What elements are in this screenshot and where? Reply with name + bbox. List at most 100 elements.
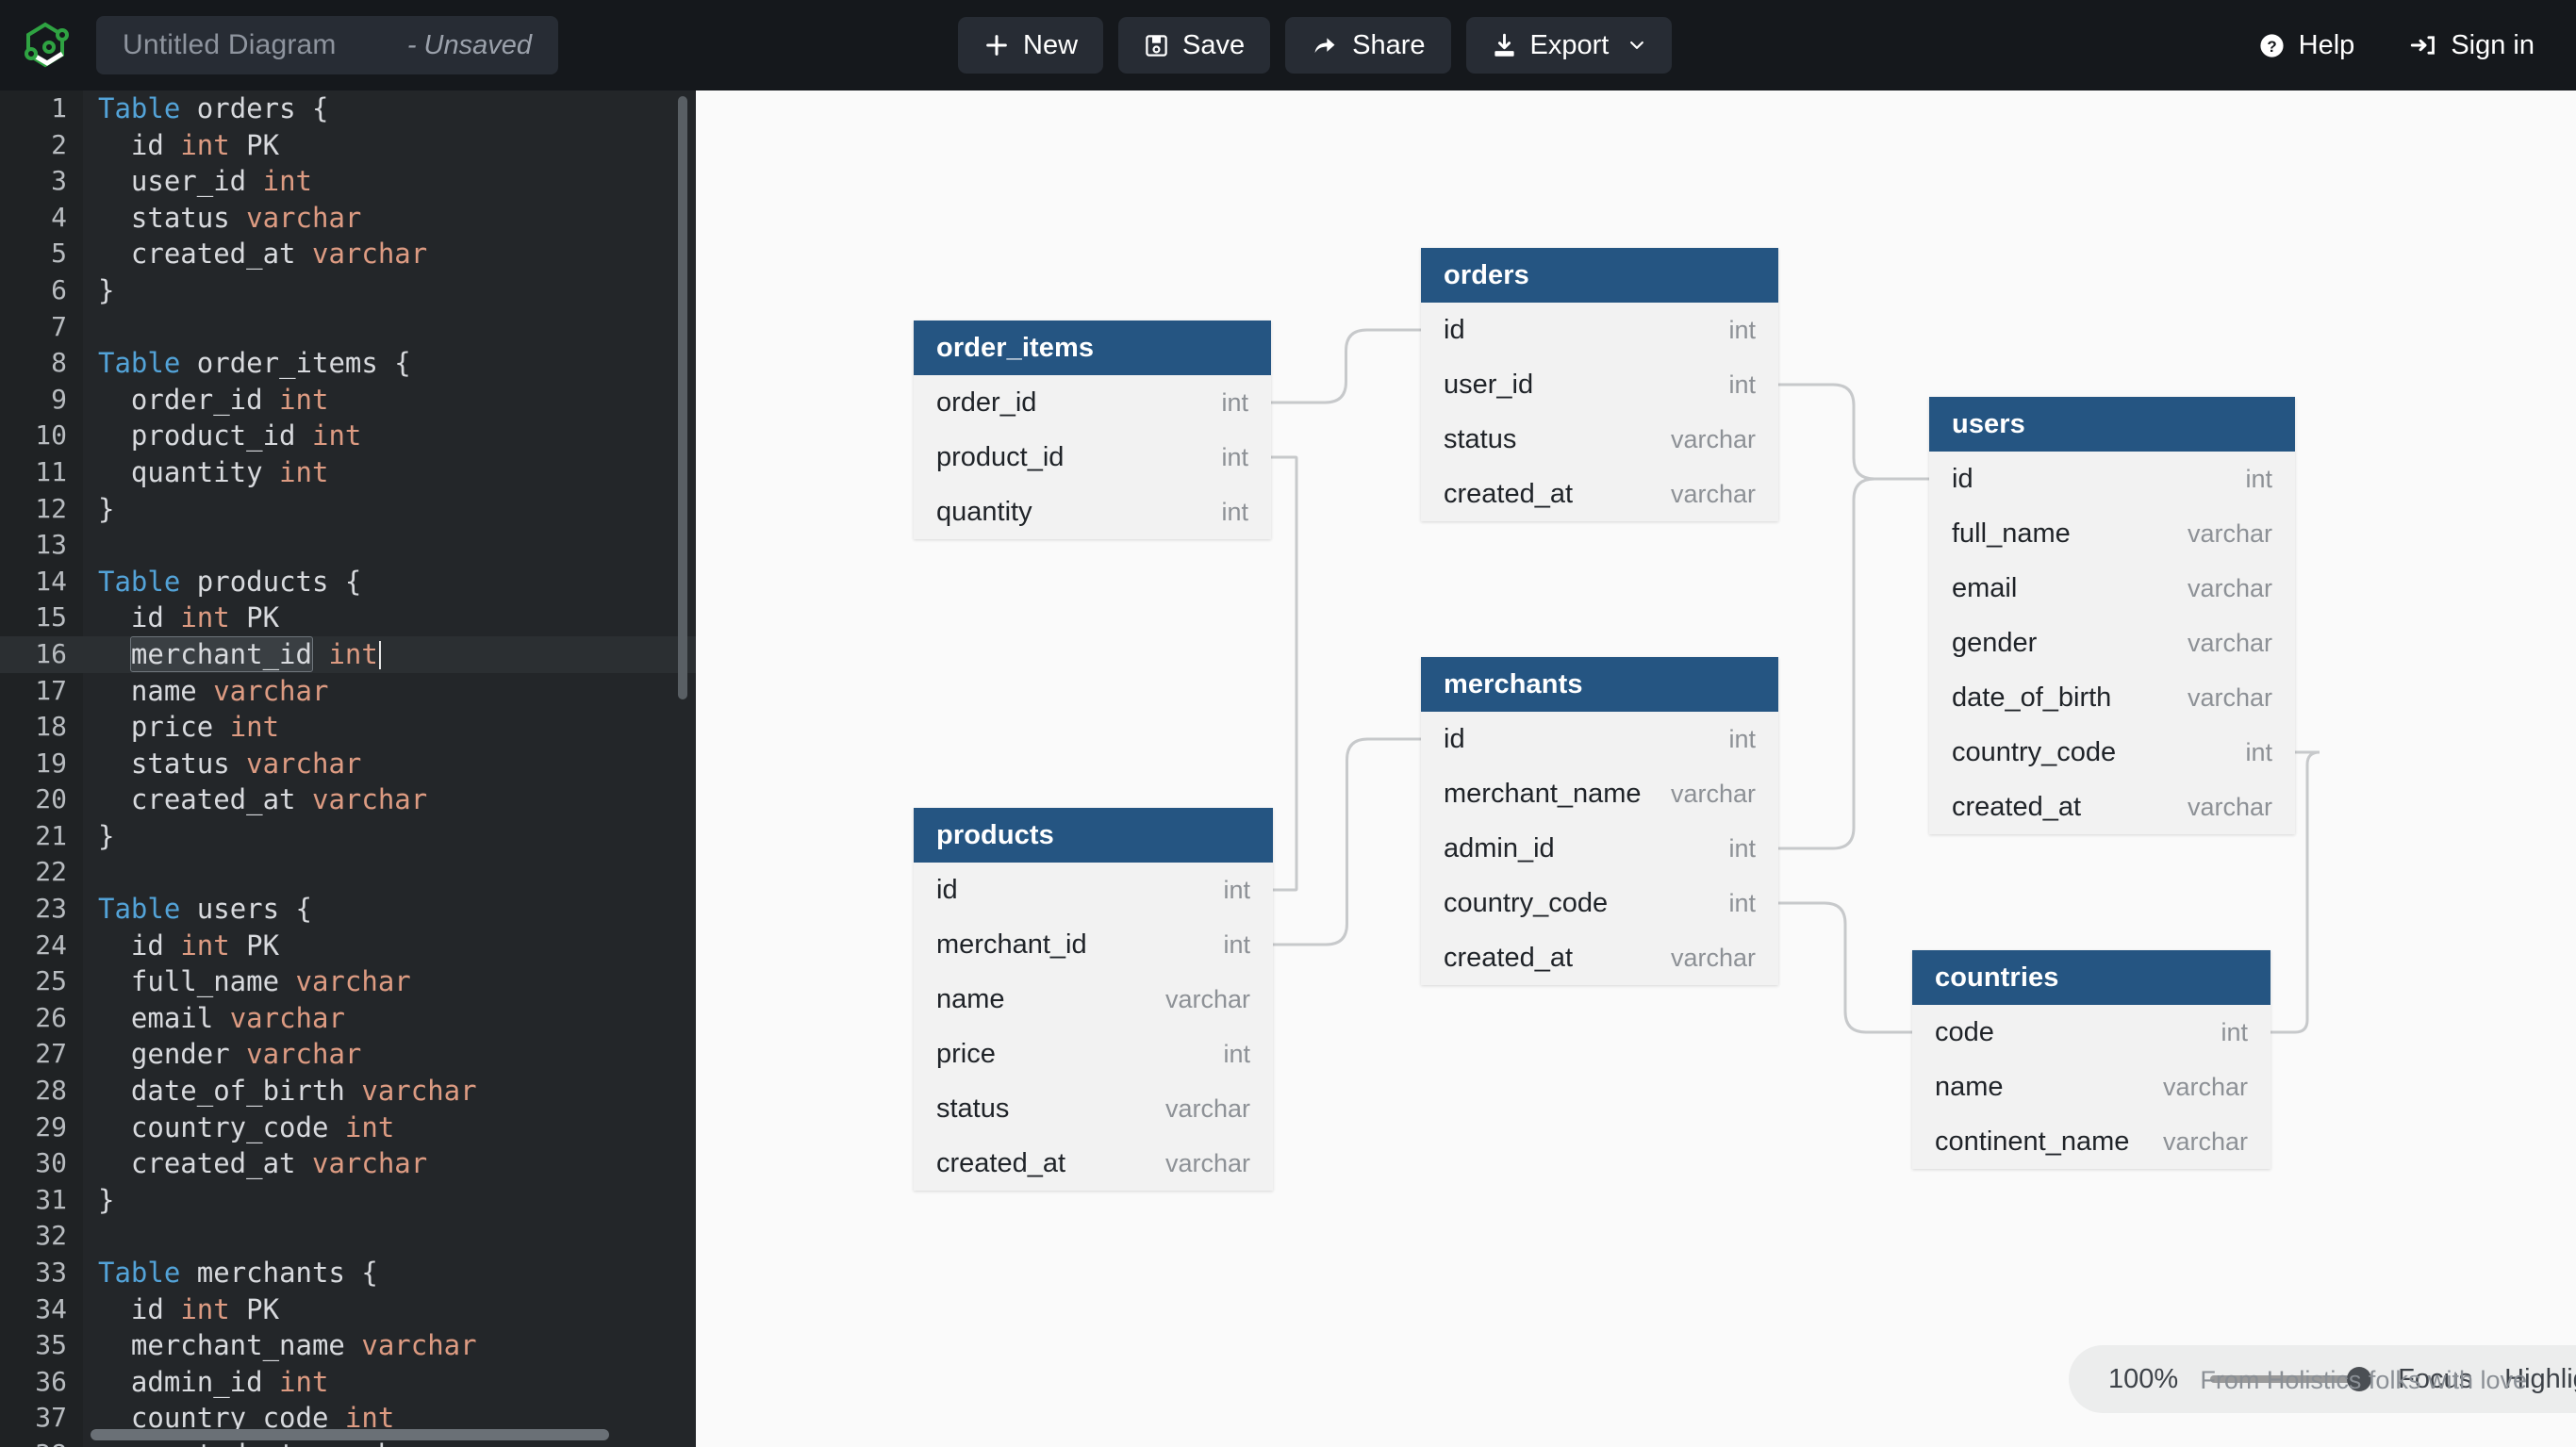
editor-line[interactable]: 7 — [0, 309, 696, 346]
editor-line[interactable]: 31} — [0, 1182, 696, 1219]
editor-line[interactable]: 32 — [0, 1218, 696, 1255]
editor-horizontal-scrollbar[interactable] — [91, 1429, 609, 1440]
er-table[interactable]: products id int merchant_id int name varchar pr… — [914, 808, 1273, 1191]
editor-line[interactable]: 5 created_at varchar — [0, 236, 696, 272]
er-table-row[interactable]: created_at varchar — [1421, 467, 1778, 521]
er-table-row[interactable]: status varchar — [1421, 412, 1778, 467]
editor-line[interactable]: 27 gender varchar — [0, 1036, 696, 1073]
editor-line[interactable]: 17 name varchar — [0, 673, 696, 710]
er-table-row[interactable]: id int — [1929, 452, 2295, 506]
er-table-row[interactable]: id int — [1421, 303, 1778, 357]
sign-in-icon — [2411, 36, 2436, 55]
er-table-header[interactable]: products — [914, 808, 1273, 863]
editor-line[interactable]: 30 created_at varchar — [0, 1145, 696, 1182]
code-editor-panel[interactable]: 1 Table orders {2 id int PK 3 user_id int 4… — [0, 90, 696, 1447]
er-table-row[interactable]: full_name varchar — [1929, 506, 2295, 561]
er-field-type: varchar — [2187, 573, 2272, 602]
editor-line[interactable]: 2 id int PK — [0, 127, 696, 164]
editor-line[interactable]: 28 date_of_birth varchar — [0, 1073, 696, 1110]
editor-line[interactable]: 3 user_id int — [0, 163, 696, 200]
editor-line[interactable]: 35 merchant_name varchar — [0, 1327, 696, 1364]
sign-in-button[interactable]: Sign in — [2409, 17, 2535, 74]
editor-line[interactable]: 10 product_id int — [0, 418, 696, 454]
er-table-row[interactable]: created_at varchar — [914, 1136, 1273, 1191]
editor-code-area[interactable]: 1 Table orders {2 id int PK 3 user_id int 4… — [0, 90, 696, 1447]
code-token: } — [98, 273, 115, 306]
editor-line-code: status varchar — [83, 746, 361, 782]
er-table-row[interactable]: id int — [914, 863, 1273, 917]
editor-line[interactable]: 6} — [0, 272, 696, 309]
er-table-header[interactable]: countries — [1912, 950, 2271, 1005]
er-table[interactable]: orders id int user_id int status varchar create… — [1421, 248, 1778, 521]
er-table-header[interactable]: users — [1929, 397, 2295, 452]
diagram-title-input[interactable]: Untitled Diagram - Unsaved — [96, 16, 558, 74]
editor-line[interactable]: 4 status varchar — [0, 200, 696, 237]
editor-line[interactable]: 19 status varchar — [0, 746, 696, 782]
er-table-row[interactable]: admin_id int — [1421, 821, 1778, 876]
editor-line[interactable]: 13 — [0, 527, 696, 564]
editor-line[interactable]: 25 full_name varchar — [0, 963, 696, 1000]
new-button[interactable]: New — [958, 17, 1104, 74]
diagram-canvas[interactable]: orders id int user_id int status varchar create… — [696, 90, 2576, 1447]
code-token: Table — [98, 893, 181, 926]
er-table-row[interactable]: quantity int — [914, 485, 1271, 539]
er-table-row[interactable]: created_at varchar — [1421, 930, 1778, 985]
editor-line[interactable]: 12} — [0, 491, 696, 528]
app-logo[interactable] — [0, 0, 91, 90]
er-table-row[interactable]: merchant_name varchar — [1421, 766, 1778, 821]
editor-line[interactable]: 8 Table order_items { — [0, 345, 696, 382]
editor-line-number: 18 — [35, 711, 67, 743]
editor-line[interactable]: 22 — [0, 854, 696, 891]
save-button[interactable]: Save — [1118, 17, 1271, 74]
er-table-row[interactable]: code int — [1912, 1005, 2271, 1060]
editor-line[interactable]: 14 Table products { — [0, 564, 696, 600]
help-button[interactable]: ? Help — [2258, 17, 2354, 74]
editor-line[interactable]: 20 created_at varchar — [0, 781, 696, 818]
er-table-row[interactable]: country_code int — [1929, 725, 2295, 780]
er-table-row[interactable]: price int — [914, 1027, 1273, 1081]
er-table-row[interactable]: order_id int — [914, 375, 1271, 430]
code-token: status — [98, 747, 247, 780]
editor-line-number: 22 — [35, 856, 67, 888]
er-table-row[interactable]: status varchar — [914, 1081, 1273, 1136]
er-table-row[interactable]: name varchar — [1912, 1060, 2271, 1114]
er-field-type: int — [1223, 875, 1250, 904]
editor-line[interactable]: 21} — [0, 818, 696, 855]
export-button[interactable]: Export — [1465, 17, 1673, 74]
editor-line[interactable]: 23 Table users { — [0, 891, 696, 928]
er-table[interactable]: users id int full_name varchar email varchar ge… — [1929, 397, 2295, 834]
er-table[interactable]: merchants id int merchant_name varchar admin_… — [1421, 657, 1778, 985]
er-table-header[interactable]: orders — [1421, 248, 1778, 303]
er-table-row[interactable]: gender varchar — [1929, 616, 2295, 670]
er-table[interactable]: order_items order_id int product_id int quant… — [914, 321, 1271, 539]
editor-line[interactable]: 11 quantity int — [0, 454, 696, 491]
er-table-row[interactable]: continent_name varchar — [1912, 1114, 2271, 1169]
er-field-name: status — [936, 1093, 1010, 1124]
editor-line[interactable]: 26 email varchar — [0, 1000, 696, 1037]
er-table-row[interactable]: product_id int — [914, 430, 1271, 485]
editor-line[interactable]: 18 price int — [0, 709, 696, 746]
er-table-row[interactable]: created_at varchar — [1929, 780, 2295, 834]
share-button[interactable]: Share — [1285, 17, 1451, 74]
editor-line[interactable]: 1 Table orders { — [0, 90, 696, 127]
er-table-row[interactable]: country_code int — [1421, 876, 1778, 930]
er-table-row[interactable]: date_of_birth varchar — [1929, 670, 2295, 725]
editor-line[interactable]: 34 id int PK — [0, 1291, 696, 1328]
er-table-header[interactable]: order_items — [914, 321, 1271, 375]
er-table[interactable]: countries code int name varchar continent_nam… — [1912, 950, 2271, 1169]
er-table-row[interactable]: email varchar — [1929, 561, 2295, 616]
er-table-header[interactable]: merchants — [1421, 657, 1778, 712]
editor-line[interactable]: 29 country_code int — [0, 1110, 696, 1146]
editor-line[interactable]: 36 admin_id int — [0, 1364, 696, 1401]
er-table-row[interactable]: id int — [1421, 712, 1778, 766]
er-table-row[interactable]: merchant_id int — [914, 917, 1273, 972]
editor-vertical-scrollbar[interactable] — [678, 96, 687, 699]
er-table-row[interactable]: name varchar — [914, 972, 1273, 1027]
editor-line[interactable]: 15 id int PK — [0, 600, 696, 636]
editor-line[interactable]: 9 order_id int — [0, 382, 696, 419]
er-table-row[interactable]: user_id int — [1421, 357, 1778, 412]
code-token: user_id — [98, 165, 263, 198]
editor-line[interactable]: 24 id int PK — [0, 928, 696, 964]
editor-line[interactable]: 33 Table merchants { — [0, 1255, 696, 1291]
editor-line[interactable]: 16 merchant_id int — [0, 635, 696, 673]
